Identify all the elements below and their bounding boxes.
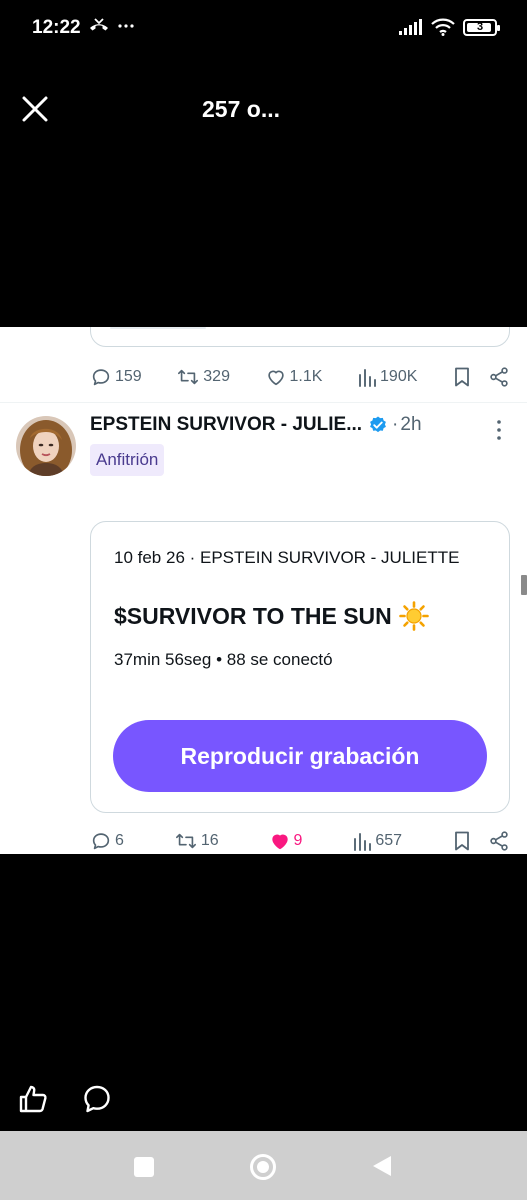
views-icon <box>354 833 372 851</box>
more-vertical-icon <box>497 420 501 440</box>
recents-button[interactable] <box>133 1156 155 1183</box>
retweet-count: 16 <box>200 832 219 849</box>
like-button[interactable]: 1.1K <box>265 366 323 388</box>
share-icon <box>490 831 508 851</box>
previous-card-edge <box>90 327 510 347</box>
back-button[interactable] <box>371 1154 393 1183</box>
more-dots-icon <box>118 24 134 28</box>
like-icon <box>19 1085 47 1113</box>
home-button[interactable] <box>249 1153 277 1186</box>
like-count: 1.1K <box>289 368 323 385</box>
previous-tweet-actions: 159 329 1.1K 190K <box>90 362 510 392</box>
signal-icon <box>399 19 422 35</box>
heart-filled-icon <box>271 834 288 850</box>
retweet-count: 329 <box>203 368 230 385</box>
space-stats: 37min 56seg • 88 se conectó <box>114 650 333 669</box>
status-time: 12:22 <box>32 17 81 38</box>
space-card[interactable]: 10 feb 26 · EPSTEIN SURVIVOR - JULIETTE … <box>90 521 510 813</box>
status-system-icons: 3 <box>399 18 500 36</box>
heart-icon <box>267 370 284 386</box>
reply-count: 159 <box>115 368 142 385</box>
reply-icon <box>92 833 110 850</box>
reply-button[interactable]: 6 <box>90 830 124 852</box>
time-separator: · <box>392 414 399 435</box>
tweet-author-row: EPSTEIN SURVIVOR - JULIE... · 2h <box>90 414 515 436</box>
bookmark-icon <box>455 367 469 387</box>
like-button[interactable]: 9 <box>269 830 303 852</box>
tweet-time[interactable]: 2h <box>400 414 421 436</box>
close-icon <box>22 96 48 122</box>
author-name[interactable]: EPSTEIN SURVIVOR - JULIE... <box>90 414 362 436</box>
space-meta: 10 feb 26 · EPSTEIN SURVIVOR - JULIETTE <box>114 548 460 567</box>
media-viewer-header: 257 o... <box>0 70 527 150</box>
bookmark-icon <box>455 831 469 851</box>
home-icon <box>250 1154 276 1180</box>
bottom-comment-button[interactable] <box>82 1084 112 1114</box>
previous-card-notch <box>110 327 206 329</box>
avatar[interactable] <box>16 416 76 476</box>
play-recording-button[interactable]: Reproducir grabación <box>113 720 487 792</box>
tweet-panel: 159 329 1.1K 190K EPSTEIN SURVIVOR - JUL… <box>0 327 527 854</box>
bottom-like-button[interactable] <box>17 1083 49 1115</box>
back-icon <box>373 1156 391 1176</box>
tweet-actions: 6 16 9 657 <box>90 826 510 854</box>
sun-icon <box>398 601 429 631</box>
system-nav-bar <box>0 1131 527 1200</box>
bookmark-button[interactable] <box>452 830 472 852</box>
close-button[interactable] <box>18 92 52 126</box>
retweet-icon <box>175 833 196 849</box>
header-title: 257 o... <box>202 96 280 122</box>
status-bar: 12:22 3 <box>0 0 527 58</box>
host-badge: Anfitrión <box>90 444 165 476</box>
comment-icon <box>84 1085 110 1113</box>
verified-icon <box>370 416 386 433</box>
verified-badge <box>368 415 388 435</box>
status-notification-icons <box>88 16 134 36</box>
avatar-image <box>16 416 76 476</box>
wifi-icon <box>431 18 455 36</box>
views-count: 657 <box>375 832 403 849</box>
share-button[interactable] <box>488 830 510 852</box>
more-options-button[interactable] <box>493 418 505 442</box>
share-icon <box>490 367 508 387</box>
views-button[interactable]: 190K <box>357 366 417 388</box>
retweet-button[interactable]: 329 <box>176 366 230 388</box>
views-button[interactable]: 657 <box>352 830 402 852</box>
views-icon <box>359 369 376 387</box>
retweet-icon <box>178 369 199 385</box>
previous-tweet-extra-actions <box>452 366 510 388</box>
share-button[interactable] <box>488 366 510 388</box>
like-count: 9 <box>293 832 303 849</box>
reply-icon <box>92 369 110 386</box>
tweet-divider <box>0 402 527 403</box>
recents-icon <box>134 1157 154 1177</box>
reply-count: 6 <box>115 832 124 849</box>
views-count: 190K <box>380 368 418 385</box>
missed-call-icon <box>90 18 108 31</box>
space-title: $SURVIVOR TO THE SUN <box>114 600 430 632</box>
bookmark-button[interactable] <box>452 366 472 388</box>
tweet-extra-actions <box>452 830 510 852</box>
reply-button[interactable]: 159 <box>90 366 142 388</box>
battery-level: 3 <box>476 21 484 33</box>
battery-icon: 3 <box>463 18 500 36</box>
space-title-text: $SURVIVOR TO THE SUN <box>114 602 392 629</box>
retweet-button[interactable]: 16 <box>174 830 219 852</box>
scroll-indicator[interactable] <box>521 575 527 595</box>
